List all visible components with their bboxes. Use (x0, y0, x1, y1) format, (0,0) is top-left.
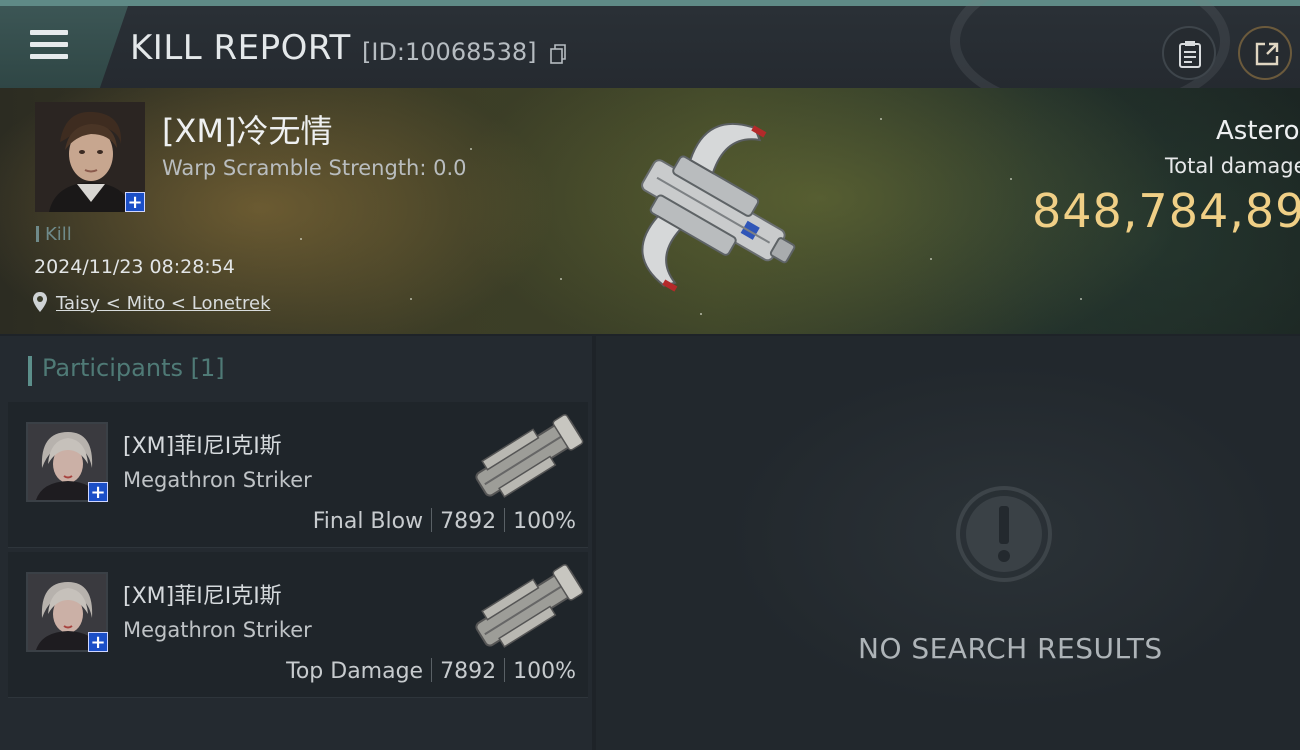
participant-ship-image (475, 414, 584, 498)
top-bar: KILL REPORT [ID:10068538] (0, 0, 1300, 116)
victim-name[interactable]: [XM]冷无情 (162, 106, 333, 152)
participant-percent: 100% (513, 659, 576, 684)
warp-scramble-strength: Warp Scramble Strength: 0.0 (162, 156, 467, 180)
participant-ship-image (475, 564, 584, 648)
kill-tag: Kill (36, 224, 72, 245)
kill-time: 2024/11/23 08:28:54 (34, 256, 235, 278)
participant-damage: 7892 (440, 659, 497, 684)
menu-icon-bar (30, 42, 68, 47)
participant-damage: 7892 (440, 509, 497, 534)
participants-header: Participants [1] (28, 354, 225, 386)
victim-banner: + [XM]冷无情 Warp Scramble Strength: 0.0 Ki… (0, 88, 1300, 334)
victim-avatar[interactable]: + (35, 102, 145, 212)
victim-ship-image[interactable] (600, 106, 820, 306)
menu-icon (30, 30, 68, 35)
participants-count: [1] (190, 354, 225, 382)
add-contact-button[interactable]: + (125, 192, 145, 212)
participant-ship: Megathron Striker (123, 468, 312, 492)
add-contact-button[interactable]: + (88, 482, 108, 502)
menu-icon-bar (30, 54, 68, 59)
participant-role: Final Blow (312, 509, 424, 534)
participants-label: Participants (42, 354, 183, 382)
total-damage-label: Total damage (1165, 154, 1300, 178)
add-contact-button[interactable]: + (88, 632, 108, 652)
participant-name: [XM]菲I尼I克I斯 (123, 584, 282, 609)
participant-role: Top Damage (286, 659, 424, 684)
location-link[interactable]: Taisy < Mito < Lonetrek (56, 293, 271, 314)
header-accent (28, 356, 32, 386)
no-results-text: NO SEARCH RESULTS (858, 632, 1163, 665)
alert-icon (956, 486, 1052, 582)
participant-percent: 100% (513, 509, 576, 534)
menu-button[interactable] (0, 6, 128, 88)
copy-icon[interactable] (550, 44, 566, 64)
participant-row[interactable]: + [XM]菲I尼I克I斯 Megathron Striker Final Bl… (8, 402, 588, 548)
victim-ship-name: Astero (1216, 116, 1300, 146)
clipboard-icon (1179, 41, 1201, 68)
participant-stats: Top Damage 7892 100% (286, 658, 576, 684)
participants-panel: Participants [1] + [XM]菲I尼I克I斯 Megathron… (0, 336, 592, 750)
share-button[interactable] (1238, 26, 1292, 80)
participant-stats: Final Blow 7892 100% (313, 508, 576, 534)
participant-name: [XM]菲I尼I克I斯 (123, 434, 282, 459)
location-pin-icon (33, 292, 47, 312)
kill-location: Taisy < Mito < Lonetrek (32, 291, 271, 314)
total-damage-value: 848,784,891 (1032, 184, 1300, 238)
results-panel: NO SEARCH RESULTS (596, 336, 1300, 750)
participant-row[interactable]: + [XM]菲I尼I克I斯 Megathron Striker Top Dama… (8, 552, 588, 698)
clipboard-button[interactable] (1162, 26, 1216, 80)
participant-ship: Megathron Striker (123, 618, 312, 642)
participant-avatar[interactable]: + (26, 422, 108, 502)
page-title: KILL REPORT (130, 28, 351, 68)
participant-avatar[interactable]: + (26, 572, 108, 652)
share-icon (1255, 42, 1279, 66)
report-id: [ID:10068538] (362, 38, 537, 66)
